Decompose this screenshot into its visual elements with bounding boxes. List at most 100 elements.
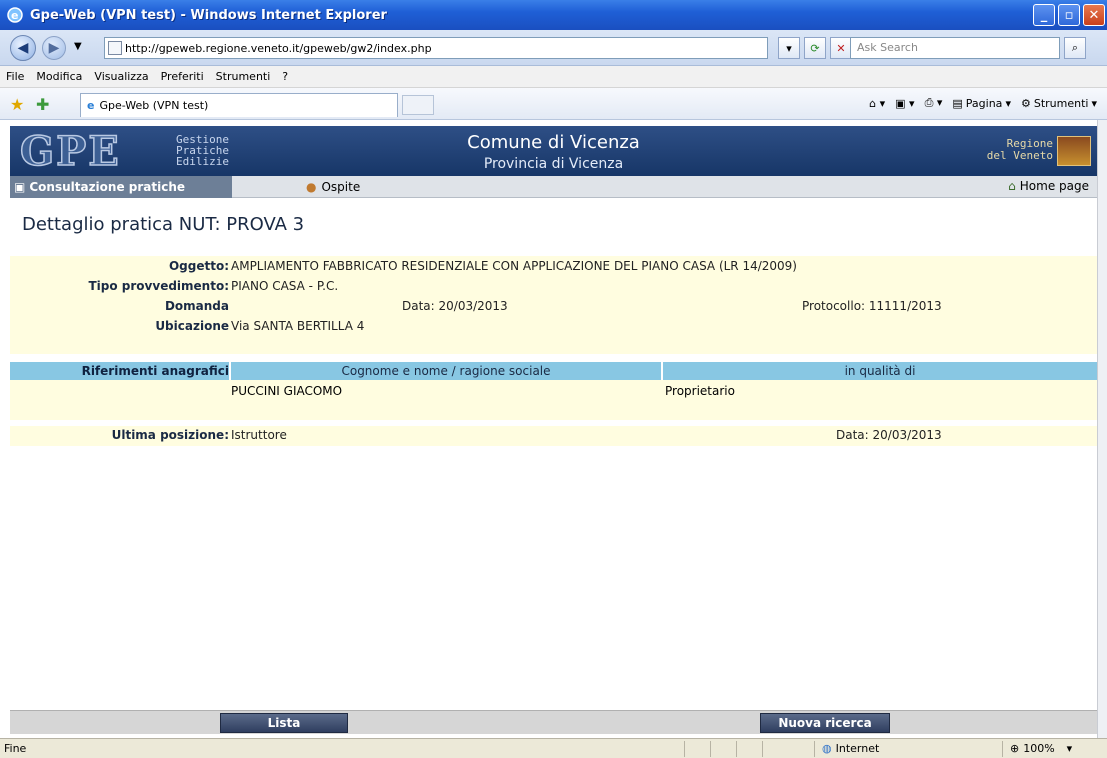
address-input[interactable]: http://gpeweb.regione.veneto.it/gpeweb/g… bbox=[104, 37, 768, 59]
status-divider bbox=[814, 741, 815, 757]
page-icon bbox=[108, 41, 122, 55]
user-label: Ospite bbox=[321, 179, 361, 194]
domanda-data: Data: 20/03/2013 bbox=[402, 299, 508, 313]
menu-help[interactable]: ? bbox=[282, 70, 288, 83]
oggetto-value: AMPLIAMENTO FABBRICATO RESIDENZIALE CON … bbox=[231, 259, 797, 273]
menu-visualizza[interactable]: Visualizza bbox=[94, 70, 148, 83]
security-zone[interactable]: ◍ Internet bbox=[822, 742, 879, 755]
menu-modifica[interactable]: Modifica bbox=[36, 70, 82, 83]
refresh-icon[interactable]: ⟳ bbox=[804, 37, 826, 59]
tab-label: Gpe-Web (VPN test) bbox=[99, 99, 209, 112]
comune-title: Comune di Vicenza bbox=[467, 132, 640, 153]
section-consultazione[interactable]: ▣ Consultazione pratiche bbox=[10, 175, 232, 198]
status-divider bbox=[762, 741, 763, 757]
print-icon[interactable]: ⎙ ▾ bbox=[925, 96, 943, 110]
search-input[interactable]: Ask Search bbox=[850, 37, 1060, 59]
vertical-scrollbar[interactable] bbox=[1097, 120, 1107, 738]
status-text: Fine bbox=[4, 742, 27, 755]
maximize-button[interactable]: ▫ bbox=[1058, 4, 1080, 26]
ultima-posizione-row: Ultima posizione: Istruttore Data: 20/03… bbox=[10, 426, 1097, 446]
address-dropdown-icon[interactable]: ▾ bbox=[778, 37, 800, 59]
ubicazione-label: Ubicazione bbox=[155, 319, 229, 333]
zoom-dropdown-icon: ▾ bbox=[1066, 742, 1073, 755]
status-divider bbox=[736, 741, 737, 757]
table-row: PUCCINI GIACOMO Proprietario bbox=[10, 380, 1097, 420]
tipo-label: Tipo provvedimento: bbox=[88, 279, 229, 293]
regione-label: Regione del Veneto bbox=[987, 138, 1053, 162]
forward-button[interactable]: ▶ bbox=[42, 36, 66, 60]
ultima-posizione-data: Data: 20/03/2013 bbox=[836, 428, 942, 442]
zoom-level: 100% bbox=[1023, 742, 1055, 755]
history-dropdown-icon[interactable]: ▼ bbox=[74, 41, 82, 52]
user-icon: ● bbox=[306, 179, 317, 194]
page-title: Dettaglio pratica NUT: PROVA 3 bbox=[22, 214, 305, 235]
home-page-link[interactable]: ⌂ Home page bbox=[1008, 179, 1089, 193]
monitor-icon: ▣ bbox=[14, 179, 26, 194]
status-divider bbox=[684, 741, 685, 757]
address-toolbar: ◀ ▶ ▼ http://gpeweb.regione.veneto.it/gp… bbox=[0, 30, 1107, 66]
domanda-row: Domanda Data: 20/03/2013 Protocollo: 111… bbox=[10, 296, 1097, 316]
globe-icon: ◍ bbox=[822, 742, 832, 755]
stop-icon[interactable]: ✕ bbox=[830, 37, 852, 59]
lista-button[interactable]: Lista bbox=[220, 713, 348, 733]
riferimenti-header: Riferimenti anagrafici Cognome e nome / … bbox=[10, 362, 1097, 380]
feeds-icon[interactable]: ▣ ▾ bbox=[895, 97, 914, 110]
status-bar: Fine ◍ Internet ⊕ 100% ▾ bbox=[0, 738, 1107, 758]
svg-text:e: e bbox=[11, 9, 18, 22]
strumenti-label: Strumenti bbox=[1033, 96, 1089, 110]
new-tab-button[interactable] bbox=[402, 95, 434, 115]
site-header: GPE Gestione Pratiche Edilizie Comune di… bbox=[10, 126, 1097, 176]
back-button[interactable]: ◀ bbox=[10, 35, 36, 61]
tab-active[interactable]: e Gpe-Web (VPN test) bbox=[80, 93, 398, 117]
zoom-icon: ⊕ bbox=[1010, 742, 1020, 755]
search-icon[interactable]: ⌕ bbox=[1064, 37, 1086, 59]
oggetto-row: Oggetto: AMPLIAMENTO FABBRICATO RESIDENZ… bbox=[10, 256, 1097, 276]
section-label: Consultazione pratiche bbox=[29, 179, 186, 194]
nuova-ricerca-button[interactable]: Nuova ricerca bbox=[760, 713, 890, 733]
home-page-label: Home page bbox=[1019, 179, 1089, 193]
menu-file[interactable]: File bbox=[6, 70, 24, 83]
column-qualita: in qualità di bbox=[844, 364, 916, 378]
close-button[interactable]: ✕ bbox=[1083, 4, 1105, 26]
tipo-row: Tipo provvedimento: PIANO CASA - P.C. bbox=[10, 276, 1097, 296]
tab-ie-icon: e bbox=[87, 99, 95, 112]
tab-bar: ★ ✚ e Gpe-Web (VPN test) ⌂ ▾ ▣ ▾ ⎙ ▾ ▤ P… bbox=[0, 88, 1107, 120]
zone-label: Internet bbox=[835, 742, 880, 755]
minimize-button[interactable]: _ bbox=[1033, 4, 1055, 26]
bottom-action-bar: Lista Nuova ricerca bbox=[10, 710, 1097, 734]
menu-bar: File Modifica Visualizza Preferiti Strum… bbox=[0, 66, 1107, 88]
riferimenti-label: Riferimenti anagrafici bbox=[81, 364, 229, 378]
strumenti-menu[interactable]: ⚙ Strumenti ▾ bbox=[1021, 97, 1097, 110]
menu-preferiti[interactable]: Preferiti bbox=[161, 70, 204, 83]
favorites-star-icon[interactable]: ★ bbox=[10, 95, 24, 114]
details-panel: Oggetto: AMPLIAMENTO FABBRICATO RESIDENZ… bbox=[10, 256, 1097, 354]
zoom-control[interactable]: ⊕ 100% ▾ bbox=[1010, 742, 1072, 755]
provincia-subtitle: Provincia di Vicenza bbox=[483, 156, 624, 172]
domanda-protocollo: Protocollo: 11111/2013 bbox=[802, 299, 942, 313]
home-page-icon: ⌂ bbox=[1008, 179, 1016, 193]
domanda-label: Domanda bbox=[164, 299, 229, 313]
tipo-value: PIANO CASA - P.C. bbox=[231, 279, 339, 293]
home-icon[interactable]: ⌂ ▾ bbox=[869, 97, 885, 110]
window-title: Gpe-Web (VPN test) - Windows Internet Ex… bbox=[30, 7, 387, 23]
window-titlebar: e Gpe-Web (VPN test) - Windows Internet … bbox=[0, 0, 1107, 30]
add-favorite-icon[interactable]: ✚ bbox=[36, 95, 49, 114]
ultima-posizione-value: Istruttore bbox=[231, 428, 287, 442]
regione-emblem-icon bbox=[1057, 136, 1091, 166]
row-nome: PUCCINI GIACOMO bbox=[231, 384, 343, 398]
oggetto-label: Oggetto: bbox=[168, 259, 229, 273]
address-url: http://gpeweb.regione.veneto.it/gpeweb/g… bbox=[125, 41, 432, 55]
internet-explorer-icon: e bbox=[7, 7, 23, 23]
nav-strip: ▣ Consultazione pratiche ● Ospite ⌂ Home… bbox=[10, 175, 1097, 198]
ubicazione-value: Via SANTA BERTILLA 4 bbox=[231, 319, 365, 333]
status-divider bbox=[1002, 741, 1003, 757]
menu-strumenti[interactable]: Strumenti bbox=[216, 70, 271, 83]
ultima-posizione-label: Ultima posizione: bbox=[111, 428, 229, 442]
user-indicator: ● Ospite bbox=[306, 180, 360, 194]
regione-line-2: del Veneto bbox=[986, 149, 1053, 162]
row-qualita: Proprietario bbox=[665, 384, 735, 398]
column-nome: Cognome e nome / ragione sociale bbox=[341, 364, 551, 378]
status-divider bbox=[710, 741, 711, 757]
pagina-label: Pagina bbox=[965, 96, 1003, 110]
pagina-menu[interactable]: ▤ Pagina ▾ bbox=[952, 97, 1011, 110]
